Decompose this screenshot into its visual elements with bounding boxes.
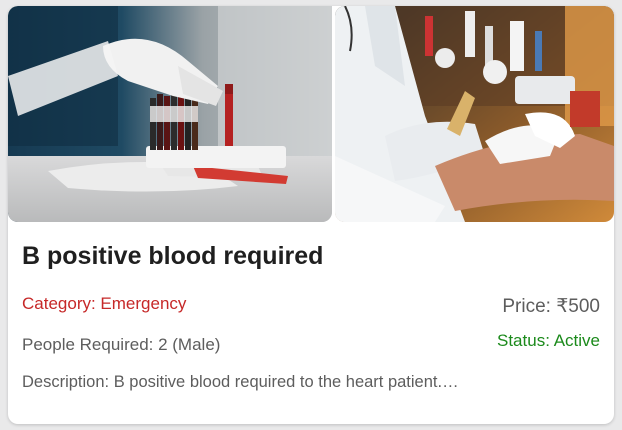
blood-sample-tubes-photo[interactable] — [8, 6, 332, 222]
post-title: B positive blood required — [22, 242, 324, 270]
post-card[interactable]: B positive blood required Category: Emer… — [8, 6, 614, 424]
blood-draw-photo[interactable] — [335, 6, 614, 222]
description-text: Description: B positive blood required t… — [22, 373, 459, 391]
category-label: Category: Emergency — [22, 294, 187, 313]
status-badge: Status: Active — [497, 331, 600, 350]
image-gallery — [8, 6, 614, 222]
people-required-label: People Required: 2 (Male) — [22, 335, 221, 354]
price-label: Price: ₹500 — [502, 296, 600, 317]
